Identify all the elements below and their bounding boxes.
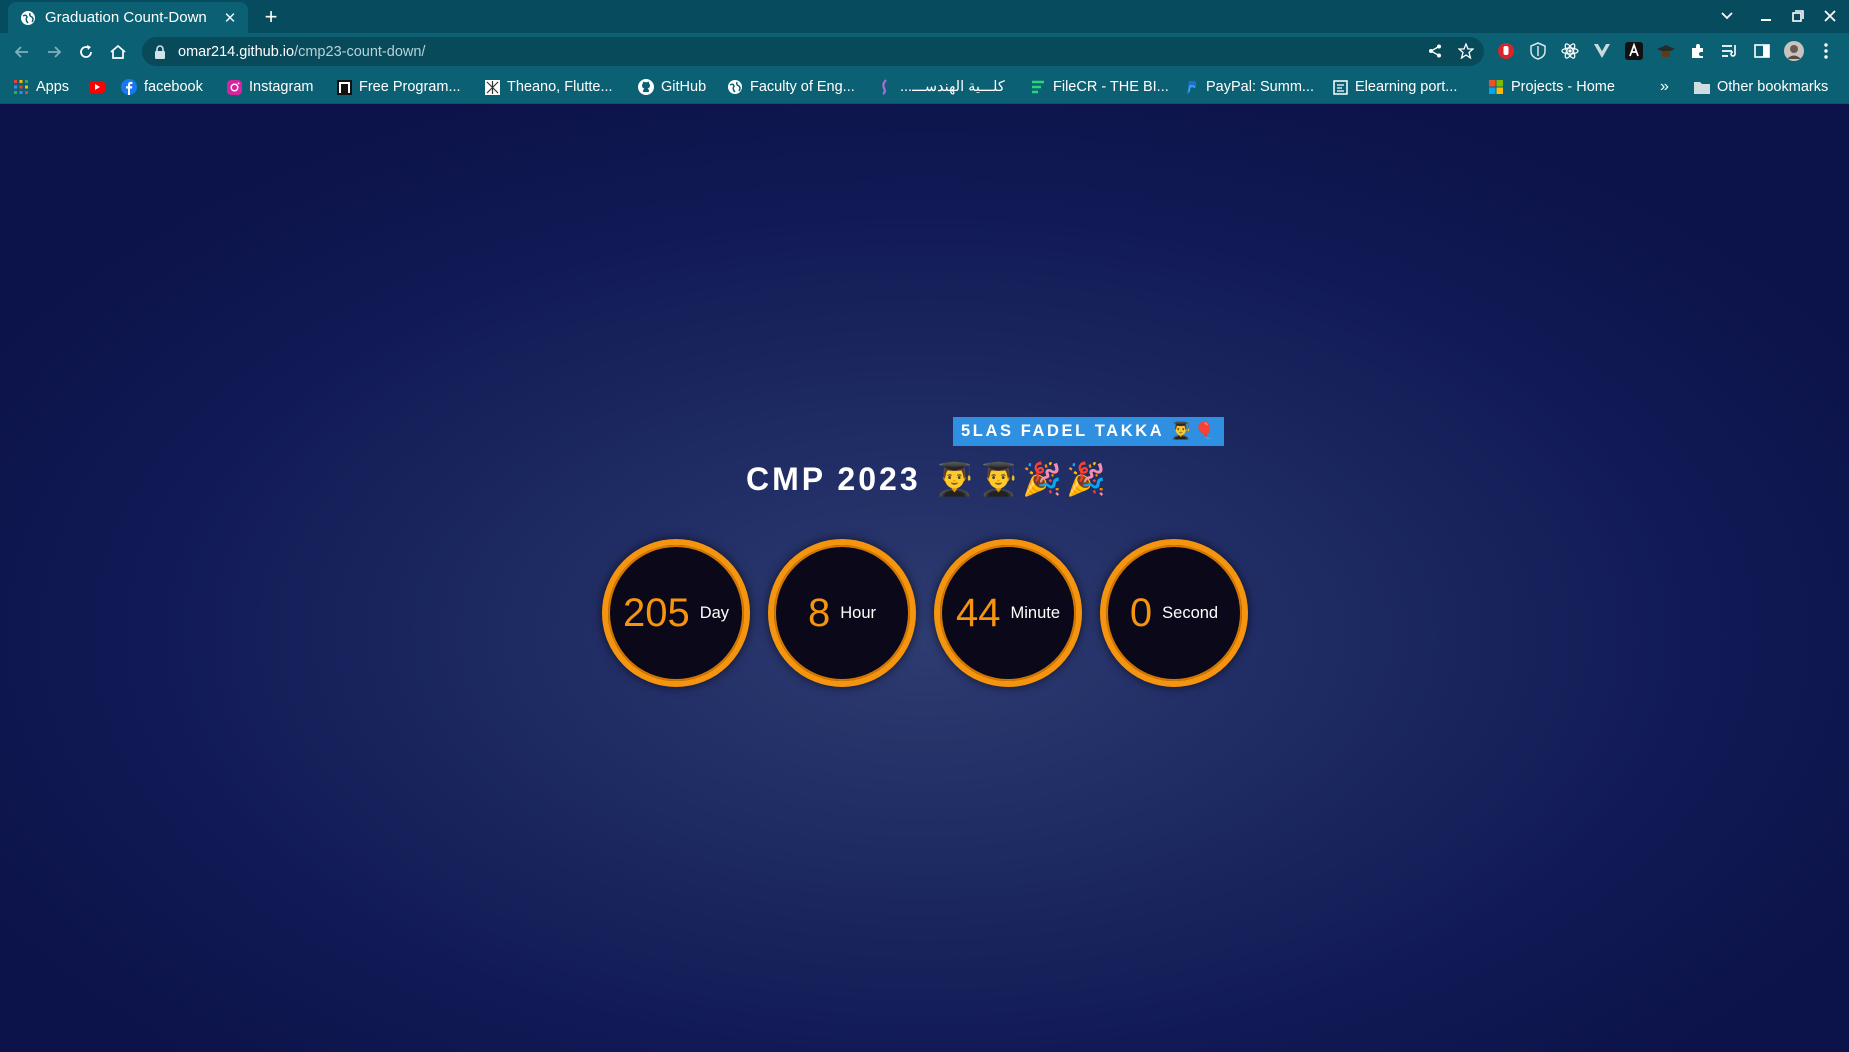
github-icon [638,79,654,95]
bookmark-label: Faculty of Eng... [750,79,855,95]
forward-arrow-icon[interactable] [41,39,67,65]
countdown-value: 205 [622,590,690,635]
bookmark-label: Elearning port... [1355,79,1458,95]
new-tab-button[interactable]: + [258,4,284,30]
folder-icon [1694,79,1710,95]
filecr-icon [1030,79,1046,95]
star-bookmark-icon[interactable] [1455,40,1477,62]
browser-toolbar: omar214.github.io /cmp23-count-down/ [0,33,1849,70]
tagline-badge: 5LAS FADEL TAKKA 👨‍🎓🎈 [953,417,1224,446]
youtube-icon [89,79,105,95]
bookmark-label: Theano, Flutte... [507,79,613,95]
bookmark-label: Free Program... [359,79,461,95]
bookmark-elearning[interactable]: Elearning port... [1332,70,1457,104]
globe-icon [727,79,743,95]
microsoft-icon [1488,79,1504,95]
close-window-icon[interactable] [1818,5,1842,27]
bookmark-label: GitHub [661,79,707,95]
adblock-extension-icon[interactable] [1496,41,1516,61]
bookmark-paypal[interactable]: PayPal: Summ... [1183,70,1314,104]
graduation-extension-icon[interactable] [1656,41,1676,61]
bookmarks-bar: Apps facebook Instagram Free Program... … [0,70,1849,104]
share-icon[interactable] [1424,40,1446,62]
bookmark-label: PayPal: Summ... [1206,79,1314,95]
bookmark-projects-home[interactable]: Projects - Home [1488,70,1615,104]
apps-grid-icon [13,79,29,95]
close-tab-icon[interactable]: ✕ [222,10,238,27]
paypal-icon [1183,79,1199,95]
countdown-days: 205 Day [602,539,750,687]
title-emojis: 👨‍🎓👨‍🎓🎉🎉 [934,461,1110,497]
countdown-unit: Second [1162,603,1219,622]
countdown-seconds: 0 Second [1100,539,1248,687]
bookmark-apps[interactable]: Apps [13,70,69,104]
bookmark-instagram[interactable]: Instagram [226,70,313,104]
minimize-icon[interactable] [1754,5,1778,27]
vue-devtools-icon[interactable] [1592,41,1612,61]
bookmark-site-icon [336,79,352,95]
bookmark-label: Projects - Home [1511,79,1615,95]
countdown-minutes: 44 Minute [934,539,1082,687]
bookmark-label: Apps [36,79,70,95]
tab-title: Graduation Count-Down [45,9,207,26]
react-devtools-icon[interactable] [1560,41,1580,61]
countdown-unit: Hour [840,603,876,622]
extensions-puzzle-icon[interactable] [1688,41,1708,61]
active-tab[interactable]: Graduation Count-Down ✕ [8,2,248,33]
tab-search-icon[interactable] [1715,5,1739,27]
countdown-value: 0 [1129,590,1153,635]
restore-icon[interactable] [1786,5,1810,27]
reading-list-icon[interactable] [1720,41,1740,61]
address-bar[interactable]: omar214.github.io /cmp23-count-down/ [142,37,1484,66]
url-host: omar214.github.io [178,43,295,60]
angular-devtools-icon[interactable] [1624,41,1644,61]
page-viewport: 5LAS FADEL TAKKA 👨‍🎓🎈 CMP 2023 👨‍🎓👨‍🎓🎉🎉 … [0,104,1849,1052]
reload-icon[interactable] [73,39,99,65]
bookmark-free-programming[interactable]: Free Program... [336,70,461,104]
home-icon[interactable] [105,39,131,65]
lock-icon [154,44,168,59]
other-bookmarks-label: Other bookmarks [1717,79,1829,95]
elearning-icon [1332,79,1348,95]
side-panel-icon[interactable] [1752,41,1772,61]
profile-avatar-icon[interactable] [1784,41,1804,61]
bookmarks-overflow-button[interactable]: » [1660,70,1669,104]
bookmark-faculty-of-eng[interactable]: Faculty of Eng... [727,70,855,104]
bookmark-site-icon [877,79,893,95]
title-text: CMP 2023 [746,460,921,497]
bookmark-youtube[interactable] [89,70,112,104]
bookmark-site-icon [484,79,500,95]
bookmark-faculty-arabic[interactable]: كلـــية الهندســـ... [877,70,1005,104]
globe-icon [20,10,36,26]
instagram-icon [226,79,242,95]
tab-strip: Graduation Count-Down ✕ + [0,0,1849,33]
page-title: CMP 2023 👨‍🎓👨‍🎓🎉🎉 [746,456,1110,502]
url-path: /cmp23-count-down/ [294,43,426,60]
kebab-menu-icon[interactable] [1816,41,1836,61]
facebook-icon [121,79,137,95]
countdown-value: 8 [807,590,831,635]
bookmark-filecr[interactable]: FileCR - THE BI... [1030,70,1169,104]
countdown-unit: Day [699,603,730,622]
bookmark-facebook[interactable]: facebook [121,70,203,104]
bookmark-theano-flutter[interactable]: Theano, Flutte... [484,70,613,104]
other-bookmarks-folder[interactable]: Other bookmarks [1694,70,1828,104]
back-arrow-icon[interactable] [9,39,35,65]
countdown-unit: Minute [1010,603,1061,622]
bookmark-github[interactable]: GitHub [638,70,706,104]
bookmark-label: Instagram [249,79,314,95]
countdown-value: 44 [955,590,1001,635]
bookmark-label: FileCR - THE BI... [1053,79,1169,95]
bookmark-label: facebook [144,79,203,95]
countdown-hours: 8 Hour [768,539,916,687]
shield-extension-icon[interactable] [1528,41,1548,61]
bookmark-label: كلـــية الهندســـ... [900,79,1005,95]
